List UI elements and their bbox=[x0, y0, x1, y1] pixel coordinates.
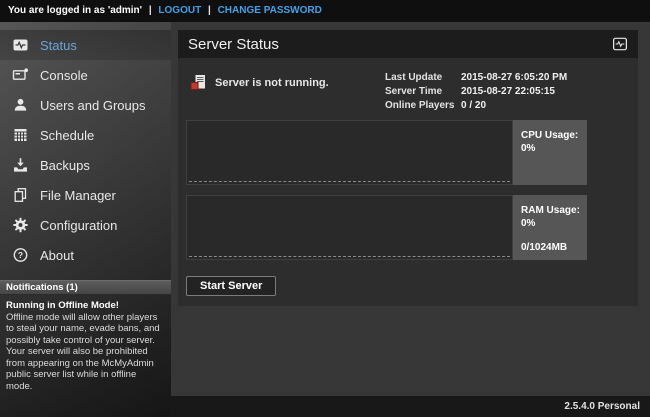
sidebar-item-label: File Manager bbox=[40, 188, 116, 203]
mcmyadmin-app: You are logged in as 'admin' | LOGOUT | … bbox=[0, 0, 650, 417]
sidebar-item-label: Backups bbox=[40, 158, 90, 173]
cpu-usage-box: CPU Usage: 0% bbox=[513, 120, 587, 185]
info-label: Server Time bbox=[385, 86, 461, 97]
ram-usage-detail: 0/1024MB bbox=[521, 241, 587, 254]
main-region: Server Status bbox=[171, 22, 650, 417]
ram-usage-box: RAM Usage: 0% 0/1024MB bbox=[513, 195, 587, 260]
schedule-icon bbox=[12, 127, 29, 143]
server-status-panel: Server Status bbox=[178, 30, 638, 306]
server-info: Last Update 2015-08-27 6:05:20 PM Server… bbox=[385, 72, 567, 111]
status-row: Server is not running. Last Update 2015-… bbox=[186, 70, 630, 116]
version-text: 2.5.4.0 Personal bbox=[564, 401, 640, 412]
cpu-usage-row: CPU Usage: 0% bbox=[186, 120, 630, 185]
sidebar-item-file-manager[interactable]: File Manager bbox=[0, 180, 171, 210]
start-server-button[interactable]: Start Server bbox=[186, 276, 276, 296]
server-time-value: 2015-08-27 22:05:15 bbox=[461, 86, 567, 97]
logged-in-text: You are logged in as 'admin' bbox=[8, 5, 142, 16]
sidebar-item-backups[interactable]: Backups bbox=[0, 150, 171, 180]
sidebar-item-label: Schedule bbox=[40, 128, 94, 143]
sidebar-item-console[interactable]: Console bbox=[0, 60, 171, 90]
sidebar-item-label: Console bbox=[40, 68, 88, 83]
backups-icon bbox=[12, 157, 29, 173]
about-icon: ? bbox=[12, 247, 29, 263]
ram-usage-value: 0% bbox=[521, 217, 587, 230]
cpu-usage-value: 0% bbox=[521, 142, 587, 155]
ram-usage-label: RAM Usage: bbox=[521, 204, 587, 217]
svg-text:?: ? bbox=[18, 250, 23, 260]
file-manager-icon bbox=[12, 187, 29, 203]
ram-usage-row: RAM Usage: 0% 0/1024MB bbox=[186, 195, 630, 260]
sidebar-item-status[interactable]: Status bbox=[0, 30, 171, 60]
notifications-header: Notifications (1) bbox=[0, 280, 171, 295]
sidebar-item-label: Configuration bbox=[40, 218, 117, 233]
info-label: Online Players bbox=[385, 100, 461, 111]
page-background bbox=[171, 306, 650, 396]
sidebar: Status Console Users and Groups bbox=[0, 22, 171, 417]
status-icon bbox=[12, 37, 29, 53]
sidebar-item-about[interactable]: ? About bbox=[0, 240, 171, 270]
online-players-value: 0 / 20 bbox=[461, 100, 567, 111]
server-status-message: Server is not running. bbox=[215, 77, 329, 89]
panel-header: Server Status bbox=[178, 30, 638, 58]
sidebar-item-schedule[interactable]: Schedule bbox=[0, 120, 171, 150]
sidebar-item-label: About bbox=[40, 248, 74, 263]
separator: | bbox=[149, 5, 152, 16]
status-icon bbox=[612, 37, 628, 51]
cpu-usage-label: CPU Usage: bbox=[521, 129, 587, 142]
change-password-link[interactable]: CHANGE PASSWORD bbox=[218, 5, 322, 16]
sidebar-item-label: Users and Groups bbox=[40, 98, 146, 113]
panel-body: Server is not running. Last Update 2015-… bbox=[178, 58, 638, 306]
notification-item: Running in Offline Mode! Offline mode wi… bbox=[0, 295, 171, 392]
sidebar-item-users-and-groups[interactable]: Users and Groups bbox=[0, 90, 171, 120]
sidebar-item-configuration[interactable]: Configuration bbox=[0, 210, 171, 240]
info-label: Last Update bbox=[385, 72, 461, 83]
console-icon bbox=[12, 67, 29, 83]
page-title: Server Status bbox=[188, 36, 279, 53]
configuration-icon bbox=[12, 217, 29, 233]
footer-bar: 2.5.4.0 Personal bbox=[171, 396, 650, 417]
cpu-usage-chart bbox=[186, 120, 513, 185]
sidebar-item-label: Status bbox=[40, 38, 77, 53]
notifications-panel: Notifications (1) Running in Offline Mod… bbox=[0, 280, 171, 392]
chart-baseline bbox=[189, 181, 510, 182]
users-icon bbox=[12, 97, 29, 113]
server-stopped-icon bbox=[190, 74, 207, 91]
chart-baseline bbox=[189, 256, 510, 257]
notification-text: Offline mode will allow other players to… bbox=[6, 312, 165, 393]
ram-usage-chart bbox=[186, 195, 513, 260]
notification-title: Running in Offline Mode! bbox=[6, 300, 165, 312]
topbar: You are logged in as 'admin' | LOGOUT | … bbox=[0, 0, 650, 22]
logout-link[interactable]: LOGOUT bbox=[158, 5, 201, 16]
separator: | bbox=[208, 5, 211, 16]
last-update-value: 2015-08-27 6:05:20 PM bbox=[461, 72, 567, 83]
